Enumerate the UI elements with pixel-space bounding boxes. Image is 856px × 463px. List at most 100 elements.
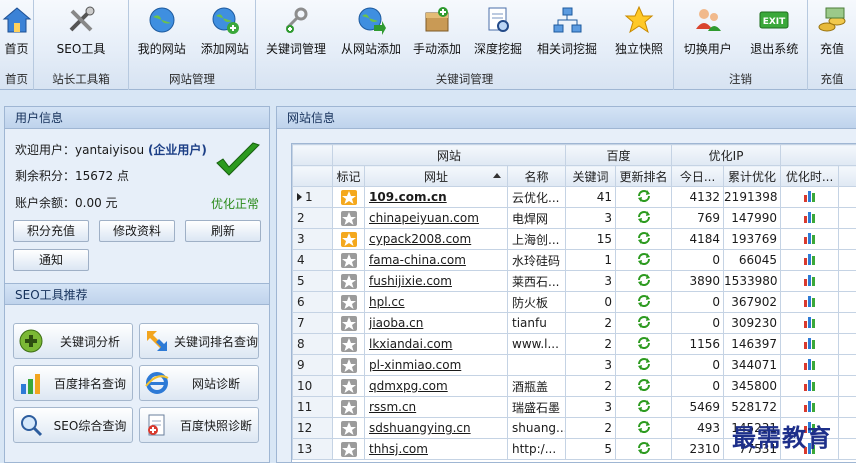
unstarred-icon[interactable] <box>340 399 357 415</box>
mark-cell[interactable] <box>332 186 365 208</box>
table-row[interactable]: 3 cypack2008.com 上海创... 15 4184 193769 <box>292 228 856 250</box>
site-url-link[interactable]: sdshuangying.cn <box>364 417 508 439</box>
refresh-icon[interactable] <box>637 231 651 248</box>
keyword-rank-query-tool[interactable]: 关键词排名查询 <box>139 323 259 359</box>
recharge-button[interactable]: 充值 <box>808 0 856 62</box>
table-row[interactable]: 8 lkxiandai.com www.l... 2 1156 146397 <box>292 333 856 355</box>
opt-time-cell[interactable] <box>780 207 840 229</box>
opt-time-cell[interactable] <box>780 249 840 271</box>
mark-cell[interactable] <box>332 333 365 355</box>
update-rank-cell[interactable] <box>615 396 673 418</box>
bar-chart-icon[interactable] <box>803 336 817 352</box>
site-url-link[interactable]: chinapeiyuan.com <box>364 207 508 229</box>
site-grid[interactable]: 网站 百度 优化IP 推 标记 网址 名称 关键词 更新排名 今日... 累计优… <box>291 143 856 462</box>
update-rank-cell[interactable] <box>615 375 673 397</box>
add-site-button[interactable]: 添加网站 <box>194 0 255 62</box>
bar-chart-icon[interactable] <box>803 315 817 331</box>
refresh-button[interactable]: 刷新 <box>185 220 261 242</box>
table-row[interactable]: 10 qdmxpg.com 酒瓶盖 2 0 345800 <box>292 375 856 397</box>
column-header-opt-time[interactable]: 优化时... <box>780 165 840 187</box>
refresh-icon[interactable] <box>637 420 651 437</box>
update-rank-cell[interactable] <box>615 354 673 376</box>
refresh-icon[interactable] <box>637 399 651 416</box>
site-diagnosis-tool[interactable]: 网站诊断 <box>139 365 259 401</box>
update-rank-cell[interactable] <box>615 228 673 250</box>
site-url-link[interactable]: fushijixie.com <box>364 270 508 292</box>
seo-tools-button[interactable]: SEO工具 <box>34 0 128 62</box>
keyword-management-button[interactable]: 关键词管理 <box>256 0 336 62</box>
home-button[interactable]: 首页 <box>0 0 33 62</box>
table-row[interactable]: 4 fama-china.com 水玲硅码 1 0 66045 <box>292 249 856 271</box>
unstarred-icon[interactable] <box>340 378 357 394</box>
mark-cell[interactable] <box>332 228 365 250</box>
bar-chart-icon[interactable] <box>803 210 817 226</box>
exit-system-button[interactable]: EXIT 退出系统 <box>742 0 808 62</box>
unstarred-icon[interactable] <box>340 210 357 226</box>
site-url-link[interactable]: 109.com.cn <box>364 186 508 208</box>
table-row[interactable]: 2 chinapeiyuan.com 电焊网 3 769 147990 <box>292 207 856 229</box>
update-rank-cell[interactable] <box>615 270 673 292</box>
column-header-update-rank[interactable]: 更新排名 <box>615 165 673 187</box>
mark-cell[interactable] <box>332 270 365 292</box>
opt-time-cell[interactable] <box>780 396 840 418</box>
unstarred-icon[interactable] <box>340 273 357 289</box>
unstarred-icon[interactable] <box>340 420 357 436</box>
update-rank-cell[interactable] <box>615 249 673 271</box>
opt-time-cell[interactable] <box>780 228 840 250</box>
site-url-link[interactable]: thhsj.com <box>364 438 508 460</box>
site-url-link[interactable]: qdmxpg.com <box>364 375 508 397</box>
switch-user-button[interactable]: 切换用户 <box>674 0 742 62</box>
mark-cell[interactable] <box>332 249 365 271</box>
related-keyword-mining-button[interactable]: 相关词挖掘 <box>528 0 606 62</box>
site-url-link[interactable]: pl-xinmiao.com <box>364 354 508 376</box>
bar-chart-icon[interactable] <box>803 273 817 289</box>
mark-cell[interactable] <box>332 312 365 334</box>
mark-cell[interactable] <box>332 207 365 229</box>
mark-cell[interactable] <box>332 438 365 460</box>
opt-time-cell[interactable] <box>780 375 840 397</box>
table-row[interactable]: 9 pl-xinmiao.com 3 0 344071 <box>292 354 856 376</box>
edit-profile-button[interactable]: 修改资料 <box>99 220 175 242</box>
update-rank-cell[interactable] <box>615 291 673 313</box>
update-rank-cell[interactable] <box>615 333 673 355</box>
opt-time-cell[interactable] <box>780 270 840 292</box>
update-rank-cell[interactable] <box>615 207 673 229</box>
starred-icon[interactable] <box>340 231 357 247</box>
refresh-icon[interactable] <box>637 210 651 227</box>
column-header-name[interactable]: 名称 <box>506 165 567 187</box>
site-url-link[interactable]: hpl.cc <box>364 291 508 313</box>
bar-chart-icon[interactable] <box>803 378 817 394</box>
bar-chart-icon[interactable] <box>803 294 817 310</box>
update-rank-cell[interactable] <box>615 312 673 334</box>
my-sites-button[interactable]: 我的网站 <box>129 0 194 62</box>
table-row[interactable]: 5 fushijixie.com 莱西石... 3 3890 1533980 <box>292 270 856 292</box>
refresh-icon[interactable] <box>637 252 651 269</box>
mark-cell[interactable] <box>332 375 365 397</box>
update-rank-cell[interactable] <box>615 186 673 208</box>
unstarred-icon[interactable] <box>340 252 357 268</box>
site-url-link[interactable]: cypack2008.com <box>364 228 508 250</box>
site-url-link[interactable]: lkxiandai.com <box>364 333 508 355</box>
site-url-link[interactable]: jiaoba.cn <box>364 312 508 334</box>
site-url-link[interactable]: fama-china.com <box>364 249 508 271</box>
unstarred-icon[interactable] <box>340 336 357 352</box>
mark-cell[interactable] <box>332 417 365 439</box>
opt-time-cell[interactable] <box>780 186 840 208</box>
update-rank-cell[interactable] <box>615 438 673 460</box>
mark-cell[interactable] <box>332 396 365 418</box>
site-url-link[interactable]: rssm.cn <box>364 396 508 418</box>
opt-time-cell[interactable] <box>780 291 840 313</box>
refresh-icon[interactable] <box>637 378 651 395</box>
column-header-url[interactable]: 网址 <box>364 165 508 187</box>
manual-add-button[interactable]: 手动添加 <box>406 0 468 62</box>
unstarred-icon[interactable] <box>340 294 357 310</box>
mark-cell[interactable] <box>332 291 365 313</box>
refresh-icon[interactable] <box>637 273 651 290</box>
refresh-icon[interactable] <box>637 441 651 458</box>
deep-mining-button[interactable]: 深度挖掘 <box>468 0 528 62</box>
table-row[interactable]: 11 rssm.cn 瑞盛石墨 3 5469 528172 <box>292 396 856 418</box>
unstarred-icon[interactable] <box>340 315 357 331</box>
column-header-today[interactable]: 今日... <box>671 165 725 187</box>
points-recharge-button[interactable]: 积分充值 <box>13 220 89 242</box>
unstarred-icon[interactable] <box>340 357 357 373</box>
